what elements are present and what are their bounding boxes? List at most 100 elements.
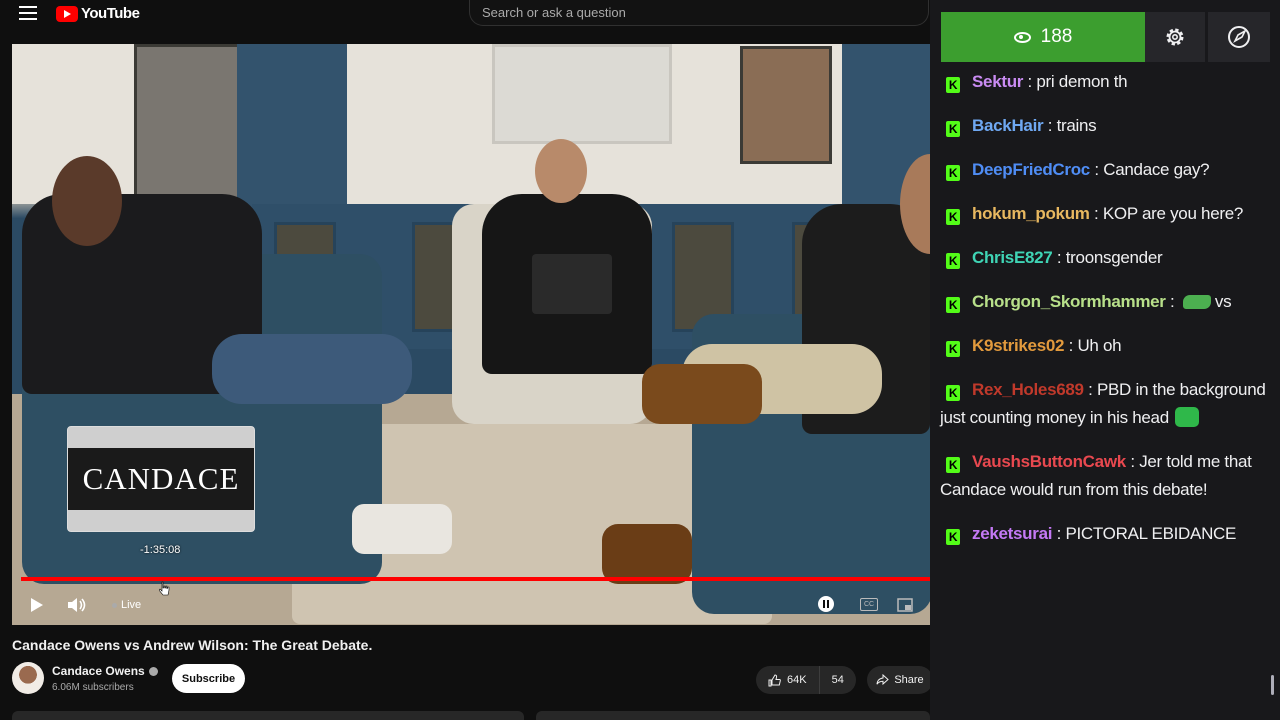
video-title: Candace Owens vs Andrew Wilson: The Grea… — [12, 637, 373, 653]
chat-username[interactable]: Chorgon_Skormhammer — [972, 292, 1166, 311]
channel-avatar[interactable] — [12, 662, 44, 694]
chat-separator: : — [1023, 72, 1037, 91]
chat-message: K BackHair : trains — [940, 112, 1268, 140]
recommendation-chip-bar — [12, 711, 524, 720]
chat-separator: : — [1089, 204, 1103, 223]
kick-badge-icon: K — [946, 457, 960, 473]
video-scene-laptop — [532, 254, 612, 314]
dislike-count: 54 — [831, 674, 844, 686]
kick-badge-icon: K — [946, 165, 960, 181]
chat-separator: : — [1165, 292, 1179, 311]
crocodile-emote-icon — [1182, 295, 1211, 309]
youtube-logo[interactable]: YouTube — [56, 4, 140, 23]
video-player[interactable]: CANDACE -1:35:08 Live CC — [12, 44, 930, 625]
chat-text: PICTORAL EBIDANCE — [1065, 524, 1237, 543]
chat-message: K Chorgon_Skormhammer : vs — [940, 288, 1268, 316]
kick-badge-icon: K — [946, 341, 960, 357]
search-input[interactable] — [470, 0, 928, 25]
youtube-logo-text: YouTube — [81, 5, 140, 22]
share-label: Share — [894, 674, 924, 686]
gear-icon — [1166, 28, 1184, 46]
volume-icon[interactable] — [67, 596, 87, 614]
share-icon — [876, 674, 890, 686]
kick-badge-icon: K — [946, 77, 960, 93]
chat-username[interactable]: K9strikes02 — [972, 336, 1064, 355]
chat-scrollbar[interactable] — [1271, 675, 1274, 695]
video-scene-boots — [602, 524, 692, 584]
chat-message: Khokum_pokum : KOP are you here? — [940, 200, 1268, 228]
progress-bar[interactable] — [21, 577, 930, 581]
subscriber-count: 6.06M subscribers — [52, 682, 134, 693]
chat-username[interactable]: ChrisE827 — [972, 248, 1053, 267]
youtube-logo-icon — [56, 5, 78, 22]
video-scene-sneakers — [352, 504, 452, 554]
chat-username[interactable]: Rex_Holes689 — [972, 380, 1084, 399]
live-chat-panel: 188 Chorgon_Skormhammer : hoooooKSektur … — [930, 0, 1280, 720]
video-scene-canvas — [492, 44, 672, 144]
chat-message: K ChrisE827 : troonsgender — [940, 244, 1268, 272]
chat-text: pri demon th — [1036, 72, 1128, 91]
chat-message: K Sektur : pri demon th — [940, 68, 1268, 96]
chat-username[interactable]: DeepFriedCroc — [972, 160, 1090, 179]
chat-username[interactable]: VaushsButtonCawk — [972, 452, 1126, 471]
chat-text: Candace gay? — [1103, 160, 1210, 179]
recommendation-chip-bar — [536, 711, 930, 720]
captions-button[interactable]: CC — [860, 598, 878, 611]
like-count: 64K — [787, 674, 807, 686]
chat-separator: : — [1064, 336, 1078, 355]
chat-username[interactable]: hokum_pokum — [972, 204, 1090, 223]
chat-message-list: Chorgon_Skormhammer : hoooooKSektur : pr… — [930, 44, 1280, 564]
subscribe-button[interactable]: Subscribe — [172, 664, 245, 693]
player-controls: Live CC — [12, 590, 930, 620]
chat-separator: : — [1052, 524, 1066, 543]
kick-badge-icon: K — [946, 529, 960, 545]
seek-preview-thumbnail: CANDACE — [67, 426, 255, 532]
chat-separator: : — [1052, 248, 1066, 267]
seek-preview-time: -1:35:08 — [140, 544, 181, 556]
chat-popout-button[interactable] — [1208, 12, 1270, 62]
chat-username[interactable]: Sektur — [972, 72, 1023, 91]
video-scene-jeans — [212, 334, 412, 404]
chat-message: K VaushsButtonCawk : Jer told me that Can… — [940, 448, 1268, 504]
play-button[interactable] — [31, 596, 45, 614]
video-scene-boots — [642, 364, 762, 424]
dislike-button[interactable]: 54 — [820, 674, 844, 686]
viewer-count: 188 — [1040, 26, 1073, 47]
chat-separator: : — [1125, 452, 1140, 471]
like-dislike-group: 64K 54 — [756, 666, 856, 694]
channel-name-row[interactable]: Candace Owens — [52, 664, 158, 678]
chat-text: Uh oh — [1077, 336, 1122, 355]
live-indicator[interactable]: Live — [112, 596, 141, 614]
video-scene-head — [535, 139, 587, 203]
compass-icon — [1228, 26, 1250, 48]
chat-message: Kzeketsurai : PICTORAL EBIDANCE — [940, 520, 1268, 548]
youtube-topbar: YouTube — [0, 0, 935, 28]
thumbs-up-icon — [768, 673, 781, 686]
chat-text: troonsgender — [1065, 248, 1163, 267]
live-dot-icon — [112, 602, 117, 608]
chat-message: K DeepFriedCroc : Candace gay? — [940, 156, 1268, 184]
smile-emote-icon — [1174, 407, 1199, 427]
chat-separator: : — [1043, 116, 1057, 135]
chat-username[interactable]: BackHair — [972, 116, 1044, 135]
viewer-count-button[interactable]: 188 — [941, 12, 1145, 62]
video-scene-framed-photo — [740, 46, 832, 164]
share-button[interactable]: Share — [867, 666, 933, 694]
chat-text: KOP are you here? — [1102, 204, 1244, 223]
seek-preview-text: CANDACE — [82, 461, 240, 496]
autoplay-toggle[interactable] — [818, 596, 834, 612]
eye-icon — [1013, 31, 1031, 43]
chat-username[interactable]: zeketsurai — [972, 524, 1052, 543]
video-scene-painting — [134, 44, 242, 214]
search-bar[interactable] — [469, 0, 929, 26]
channel-name[interactable]: Candace Owens — [52, 664, 145, 678]
chat-text: trains — [1056, 116, 1097, 135]
kick-badge-icon: K — [946, 385, 960, 401]
menu-icon[interactable] — [19, 6, 37, 20]
live-label: Live — [121, 599, 142, 611]
kick-badge-icon: K — [946, 297, 960, 313]
miniplayer-icon[interactable] — [897, 596, 913, 614]
chat-header: 188 — [930, 0, 1280, 70]
chat-settings-button[interactable] — [1145, 12, 1205, 62]
like-button[interactable]: 64K — [756, 666, 820, 694]
